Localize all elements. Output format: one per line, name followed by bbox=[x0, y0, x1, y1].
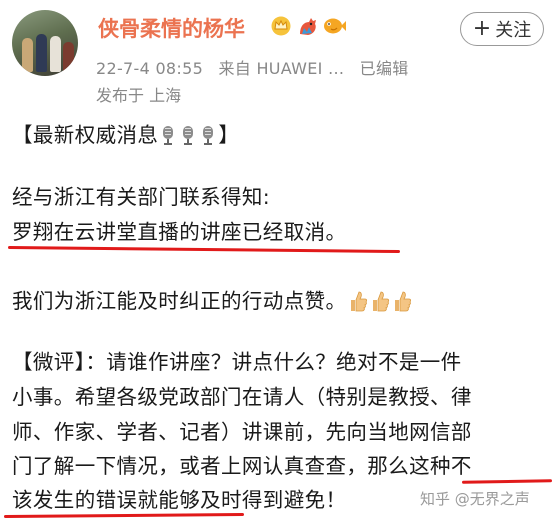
edited-label[interactable]: 已编辑 bbox=[360, 59, 409, 78]
comment-line-4: 门了解一下情况，或者上网认真查查，那么这种不 bbox=[12, 454, 472, 478]
body-line-1: 经与浙江有关部门联系得知: bbox=[12, 185, 271, 209]
author-name[interactable]: 侠骨柔情的杨华 bbox=[98, 13, 245, 43]
headline-line: 【最新权威消息 】 bbox=[12, 118, 239, 148]
praise-line: 我们为浙江能及时纠正的行动点赞。 bbox=[12, 284, 412, 314]
red-underline bbox=[461, 479, 553, 484]
watermark: 知乎 @无界之声 bbox=[420, 490, 530, 508]
thumbs-up-icon bbox=[373, 291, 390, 312]
follow-label: 关注 bbox=[495, 20, 532, 41]
microphone-icon bbox=[163, 126, 174, 145]
headline-bracket: 】 bbox=[218, 123, 240, 147]
post-source[interactable]: 来自 HUAWEI ... bbox=[218, 59, 344, 78]
avatar[interactable] bbox=[12, 10, 78, 76]
fish-badge-icon bbox=[324, 18, 346, 34]
comment-line-1: 【微评】：请谁作讲座？讲点什么？绝对不是一件 bbox=[12, 350, 462, 374]
red-underline bbox=[7, 245, 401, 254]
post-meta: 22-7-4 08:55 来自 HUAWEI ... 已编辑 bbox=[96, 55, 419, 79]
comment-line-2: 小事。希望各级党政部门在请人（特别是教授、律 bbox=[12, 385, 472, 409]
comment-line-3: 师、作家、学者、记者）讲课前，先向当地网信部 bbox=[12, 420, 472, 444]
post-date: 22-7-4 08:55 bbox=[96, 59, 204, 78]
crown-badge-icon bbox=[271, 16, 291, 36]
praise-text: 我们为浙江能及时纠正的行动点赞。 bbox=[12, 289, 347, 313]
microphone-icon bbox=[183, 126, 194, 145]
follow-button[interactable]: + 关注 bbox=[460, 12, 544, 46]
body-line-2: 罗翔在云讲堂直播的讲座已经取消。 bbox=[12, 220, 347, 244]
microphone-icon bbox=[203, 126, 214, 145]
red-underline bbox=[3, 512, 245, 519]
headline-text: 【最新权威消息 bbox=[12, 123, 159, 147]
post-location: 发布于 上海 bbox=[96, 86, 182, 105]
comment-line-5: 该发生的错误就能够及时得到避免！ bbox=[12, 488, 347, 512]
rooster-badge-icon bbox=[300, 18, 316, 35]
thumbs-up-icon bbox=[351, 291, 368, 312]
thumbs-up-icon bbox=[395, 291, 412, 312]
plus-icon: + bbox=[472, 16, 492, 41]
